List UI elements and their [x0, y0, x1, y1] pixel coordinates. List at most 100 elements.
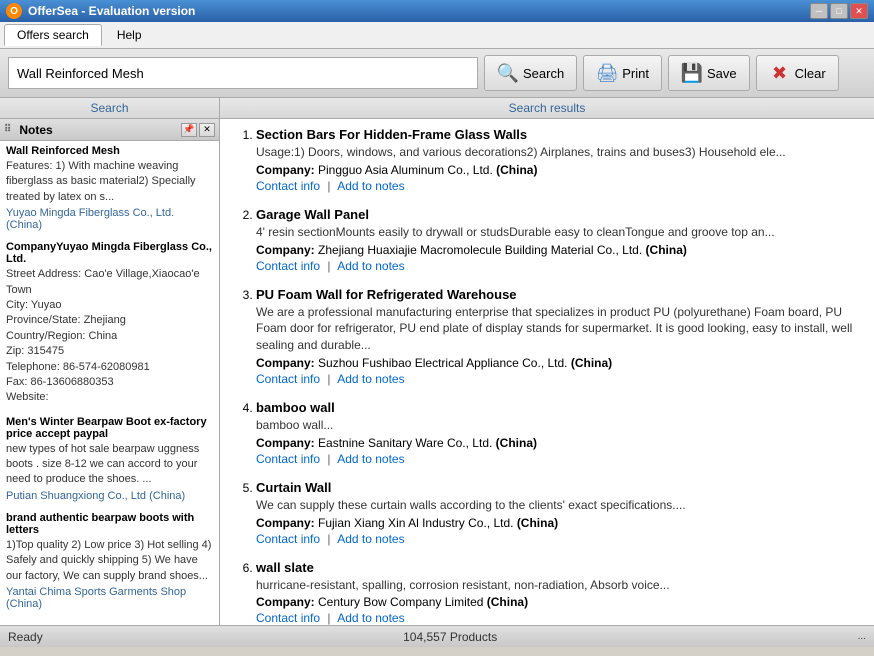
result-title-6: wall slate	[256, 560, 862, 575]
main-area: ⠿ Notes 📌 ✕ Wall Reinforced Mesh Feature…	[0, 119, 874, 625]
result-links-3: Contact info | Add to notes	[256, 372, 862, 386]
result-item-3: PU Foam Wall for Refrigerated Warehouse …	[256, 287, 862, 386]
company-label-1: Company:	[256, 163, 315, 177]
add-to-notes-link-1[interactable]: Add to notes	[337, 179, 404, 193]
result-company-5: Company: Fujian Xiang Xin Al Industry Co…	[256, 516, 862, 530]
results-panel[interactable]: Section Bars For Hidden-Frame Glass Wall…	[220, 119, 874, 625]
result-links-2: Contact info | Add to notes	[256, 259, 862, 273]
tab-help[interactable]: Help	[104, 24, 155, 46]
note-company-1: Yuyao Mingda Fiberglass Co., Ltd. (China…	[6, 207, 213, 231]
results-list: Section Bars For Hidden-Frame Glass Wall…	[232, 127, 862, 625]
result-item-4: bamboo wall bamboo wall... Company: East…	[256, 400, 862, 466]
print-button[interactable]: 🖨 Print	[583, 55, 662, 91]
company-name-5: Fujian Xiang Xin Al Industry Co., Ltd.	[318, 516, 513, 530]
result-company-4: Company: Eastnine Sanitary Ware Co., Ltd…	[256, 436, 862, 450]
result-desc-5: We can supply these curtain walls accord…	[256, 497, 862, 514]
country-5: (China)	[517, 516, 558, 530]
company-name-3: Suzhou Fushibao Electrical Appliance Co.…	[318, 356, 567, 370]
result-desc-2: 4' resin sectionMounts easily to drywall…	[256, 224, 862, 241]
result-item-5: Curtain Wall We can supply these curtain…	[256, 480, 862, 546]
add-to-notes-link-5[interactable]: Add to notes	[337, 532, 404, 546]
status-bar: Ready 104,557 Products ...	[0, 625, 874, 647]
result-links-1: Contact info | Add to notes	[256, 179, 862, 193]
country-1: (China)	[496, 163, 537, 177]
clear-icon: ✖	[769, 62, 791, 84]
minimize-button[interactable]: ─	[810, 3, 828, 19]
add-to-notes-link-2[interactable]: Add to notes	[337, 259, 404, 273]
status-products: 104,557 Products	[43, 630, 858, 644]
save-label: Save	[707, 66, 737, 81]
company-label-4: Company:	[256, 436, 315, 450]
tab-offers-search[interactable]: Offers search	[4, 24, 102, 46]
result-company-3: Company: Suzhou Fushibao Electrical Appl…	[256, 356, 862, 370]
note-title-4: brand authentic bearpaw boots with lette…	[6, 512, 213, 536]
note-body-4: 1)Top quality 2) Low price 3) Hot sellin…	[6, 538, 213, 584]
save-icon: 💾	[681, 62, 703, 84]
note-body-2: Street Address: Cao'e Village,Xiaocao'e …	[6, 267, 213, 406]
result-item-6: wall slate hurricane-resistant, spalling…	[256, 560, 862, 625]
save-button[interactable]: 💾 Save	[668, 55, 750, 91]
result-desc-6: hurricane-resistant, spalling, corrosion…	[256, 577, 862, 594]
result-desc-3: We are a professional manufacturing ente…	[256, 304, 862, 354]
result-desc-4: bamboo wall...	[256, 417, 862, 434]
toolbar: 🔍 Search 🖨 Print 💾 Save ✖ Clear	[0, 49, 874, 98]
print-icon: 🖨	[596, 62, 618, 84]
note-body-3: new types of hot sale bearpaw uggness bo…	[6, 442, 213, 488]
maximize-button[interactable]: □	[830, 3, 848, 19]
company-name-1: Pingguo Asia Aluminum Co., Ltd.	[318, 163, 493, 177]
notes-controls: 📌 ✕	[181, 123, 215, 137]
column-headers: Search Search results	[0, 98, 874, 119]
title-bar: O OfferSea - Evaluation version ─ □ ✕	[0, 0, 874, 22]
search-label: Search	[523, 66, 564, 81]
clear-button[interactable]: ✖ Clear	[756, 55, 839, 91]
result-title-4: bamboo wall	[256, 400, 862, 415]
result-desc-1: Usage:1) Doors, windows, and various dec…	[256, 144, 862, 161]
add-to-notes-link-4[interactable]: Add to notes	[337, 452, 404, 466]
contact-info-link-1[interactable]: Contact info	[256, 179, 320, 193]
contact-info-link-6[interactable]: Contact info	[256, 611, 320, 625]
contact-info-link-2[interactable]: Contact info	[256, 259, 320, 273]
notes-content: Wall Reinforced Mesh Features: 1) With m…	[0, 141, 219, 625]
note-company-3: Putian Shuangxiong Co., Ltd (China)	[6, 490, 213, 502]
company-label-3: Company:	[256, 356, 315, 370]
company-label-6: Company:	[256, 595, 315, 609]
result-title-5: Curtain Wall	[256, 480, 862, 495]
add-to-notes-link-3[interactable]: Add to notes	[337, 372, 404, 386]
result-company-1: Company: Pingguo Asia Aluminum Co., Ltd.…	[256, 163, 862, 177]
print-label: Print	[622, 66, 649, 81]
note-company-4: Yantai Chima Sports Garments Shop (China…	[6, 586, 213, 610]
col-header-search: Search	[0, 98, 220, 118]
note-item-4: brand authentic bearpaw boots with lette…	[6, 512, 213, 610]
notes-close-button[interactable]: ✕	[199, 123, 215, 137]
note-body-1: Features: 1) With machine weaving fiberg…	[6, 159, 213, 205]
result-item-2: Garage Wall Panel 4' resin sectionMounts…	[256, 207, 862, 273]
grip-icon: ⠿	[4, 124, 11, 135]
note-title-1: Wall Reinforced Mesh	[6, 145, 213, 157]
note-item-2: CompanyYuyao Mingda Fiberglass Co., Ltd.…	[6, 241, 213, 406]
result-company-2: Company: Zhejiang Huaxiajie Macromolecul…	[256, 243, 862, 257]
title-bar-left: O OfferSea - Evaluation version	[6, 3, 195, 19]
result-links-6: Contact info | Add to notes	[256, 611, 862, 625]
contact-info-link-4[interactable]: Contact info	[256, 452, 320, 466]
company-label-5: Company:	[256, 516, 315, 530]
notes-pin-button[interactable]: 📌	[181, 123, 197, 137]
company-label-2: Company:	[256, 243, 315, 257]
result-item-1: Section Bars For Hidden-Frame Glass Wall…	[256, 127, 862, 193]
add-to-notes-link-6[interactable]: Add to notes	[337, 611, 404, 625]
contact-info-link-3[interactable]: Contact info	[256, 372, 320, 386]
title-bar-buttons: ─ □ ✕	[810, 3, 868, 19]
country-3: (China)	[571, 356, 612, 370]
status-ready: Ready	[8, 630, 43, 644]
country-6: (China)	[487, 595, 528, 609]
note-title-2: CompanyYuyao Mingda Fiberglass Co., Ltd.	[6, 241, 213, 265]
company-name-4: Eastnine Sanitary Ware Co., Ltd.	[318, 436, 492, 450]
search-icon: 🔍	[497, 62, 519, 84]
close-button[interactable]: ✕	[850, 3, 868, 19]
notes-title: ⠿ Notes	[4, 123, 53, 137]
contact-info-link-5[interactable]: Contact info	[256, 532, 320, 546]
search-input[interactable]	[8, 57, 478, 89]
company-name-2: Zhejiang Huaxiajie Macromolecule Buildin…	[318, 243, 642, 257]
search-button[interactable]: 🔍 Search	[484, 55, 577, 91]
app-icon: O	[6, 3, 22, 19]
notes-panel: ⠿ Notes 📌 ✕ Wall Reinforced Mesh Feature…	[0, 119, 220, 625]
